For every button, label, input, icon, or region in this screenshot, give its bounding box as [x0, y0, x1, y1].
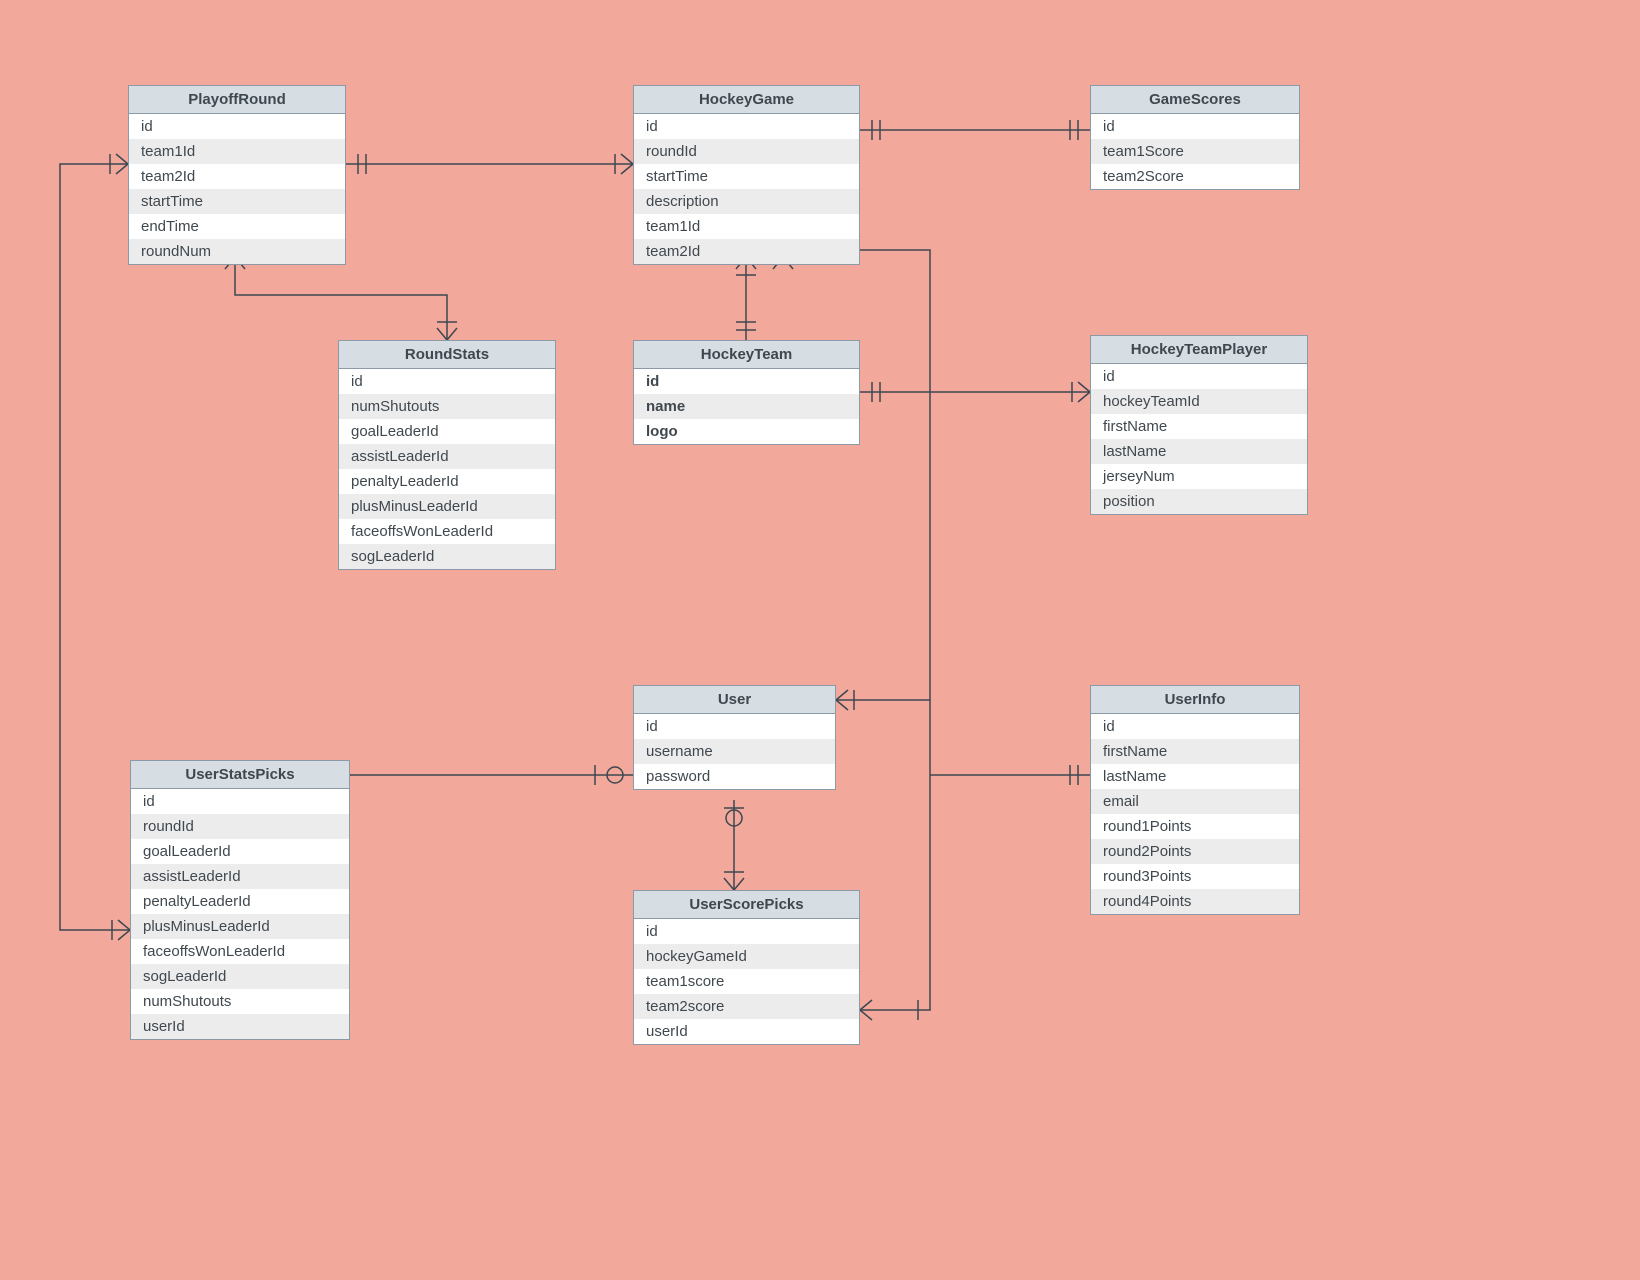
entity-field: sogLeaderId: [339, 544, 555, 569]
entity-header: UserInfo: [1091, 686, 1299, 714]
entity-field: plusMinusLeaderId: [339, 494, 555, 519]
entity-field: firstName: [1091, 414, 1307, 439]
entity-field: logo: [634, 419, 859, 444]
entity-field: sogLeaderId: [131, 964, 349, 989]
er-diagram-canvas: PlayoffRound idteam1Idteam2IdstartTimeen…: [0, 0, 1640, 1280]
entity-field: penaltyLeaderId: [131, 889, 349, 914]
entity-field: round3Points: [1091, 864, 1299, 889]
entity-field: id: [339, 369, 555, 394]
entity-hockeyteamplayer: HockeyTeamPlayer idhockeyTeamIdfirstName…: [1090, 335, 1308, 515]
entity-roundstats: RoundStats idnumShutoutsgoalLeaderIdassi…: [338, 340, 556, 570]
entity-user: User idusernamepassword: [633, 685, 836, 790]
entity-field: id: [1091, 714, 1299, 739]
entity-header: HockeyTeamPlayer: [1091, 336, 1307, 364]
entity-field: id: [634, 714, 835, 739]
entity-header: UserStatsPicks: [131, 761, 349, 789]
entity-header: GameScores: [1091, 86, 1299, 114]
entity-header: PlayoffRound: [129, 86, 345, 114]
entity-field: roundNum: [129, 239, 345, 264]
entity-field: position: [1091, 489, 1307, 514]
entity-field: team2score: [634, 994, 859, 1019]
entity-field: hockeyGameId: [634, 944, 859, 969]
entity-field: password: [634, 764, 835, 789]
entity-field: id: [1091, 114, 1299, 139]
entity-userinfo: UserInfo idfirstNamelastNameemailround1P…: [1090, 685, 1300, 915]
entity-playoffround: PlayoffRound idteam1Idteam2IdstartTimeen…: [128, 85, 346, 265]
entity-hockeyteam: HockeyTeam idnamelogo: [633, 340, 860, 445]
entity-field: numShutouts: [131, 989, 349, 1014]
entity-field: startTime: [634, 164, 859, 189]
entity-field: faceoffsWonLeaderId: [339, 519, 555, 544]
entity-field: endTime: [129, 214, 345, 239]
entity-field: team1Id: [634, 214, 859, 239]
entity-field: team1Id: [129, 139, 345, 164]
entity-field: name: [634, 394, 859, 419]
entity-field: penaltyLeaderId: [339, 469, 555, 494]
entity-header: RoundStats: [339, 341, 555, 369]
entity-field: plusMinusLeaderId: [131, 914, 349, 939]
entity-userstatspicks: UserStatsPicks idroundIdgoalLeaderIdassi…: [130, 760, 350, 1040]
entity-field: id: [1091, 364, 1307, 389]
entity-field: assistLeaderId: [339, 444, 555, 469]
entity-field: assistLeaderId: [131, 864, 349, 889]
entity-field: team1score: [634, 969, 859, 994]
entity-field: startTime: [129, 189, 345, 214]
entity-field: lastName: [1091, 764, 1299, 789]
entity-header: User: [634, 686, 835, 714]
entity-field: id: [634, 919, 859, 944]
entity-field: round1Points: [1091, 814, 1299, 839]
entity-field: email: [1091, 789, 1299, 814]
entity-field: roundId: [131, 814, 349, 839]
entity-field: numShutouts: [339, 394, 555, 419]
entity-field: id: [131, 789, 349, 814]
entity-field: username: [634, 739, 835, 764]
entity-field: userId: [634, 1019, 859, 1044]
entity-field: id: [129, 114, 345, 139]
entity-field: firstName: [1091, 739, 1299, 764]
entity-field: roundId: [634, 139, 859, 164]
entity-field: round4Points: [1091, 889, 1299, 914]
entity-field: faceoffsWonLeaderId: [131, 939, 349, 964]
entity-field: team2Score: [1091, 164, 1299, 189]
entity-field: id: [634, 114, 859, 139]
entity-header: UserScorePicks: [634, 891, 859, 919]
entity-field: team2Id: [129, 164, 345, 189]
entity-gamescores: GameScores idteam1Scoreteam2Score: [1090, 85, 1300, 190]
entity-field: hockeyTeamId: [1091, 389, 1307, 414]
entity-header: HockeyTeam: [634, 341, 859, 369]
entity-field: team1Score: [1091, 139, 1299, 164]
entity-field: goalLeaderId: [131, 839, 349, 864]
entity-field: jerseyNum: [1091, 464, 1307, 489]
entity-userscorepicks: UserScorePicks idhockeyGameIdteam1scoret…: [633, 890, 860, 1045]
entity-field: round2Points: [1091, 839, 1299, 864]
entity-field: userId: [131, 1014, 349, 1039]
entity-field: id: [634, 369, 859, 394]
entity-field: team2Id: [634, 239, 859, 264]
entity-header: HockeyGame: [634, 86, 859, 114]
entity-hockeygame: HockeyGame idroundIdstartTimedescription…: [633, 85, 860, 265]
entity-field: description: [634, 189, 859, 214]
entity-field: lastName: [1091, 439, 1307, 464]
entity-field: goalLeaderId: [339, 419, 555, 444]
